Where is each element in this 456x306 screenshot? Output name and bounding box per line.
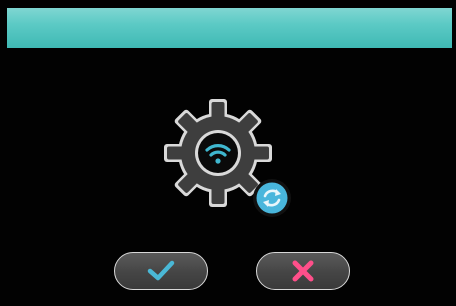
refresh-icon xyxy=(253,179,291,217)
header-bar xyxy=(7,8,452,48)
wifi-settings-gear-icon xyxy=(160,95,300,220)
cancel-button[interactable] xyxy=(256,252,350,290)
confirm-button[interactable] xyxy=(114,252,208,290)
close-icon xyxy=(292,260,314,282)
device-screen xyxy=(0,0,456,306)
check-icon xyxy=(147,260,175,281)
